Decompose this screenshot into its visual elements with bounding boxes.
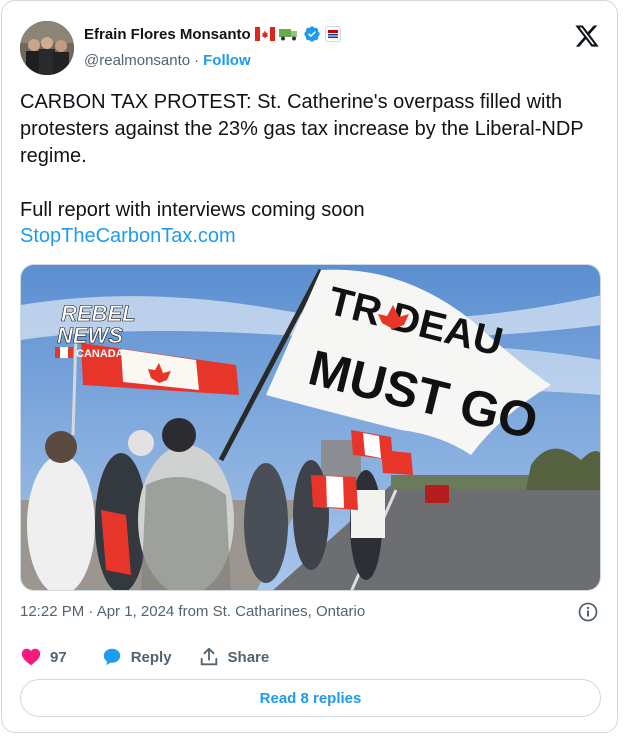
canada-flag-icon [254, 27, 275, 41]
watermark-news: NEWS [57, 323, 123, 348]
author-name-row: Efrain Flores Monsanto [84, 25, 341, 43]
like-button[interactable]: 97 [20, 646, 67, 668]
read-replies-button[interactable]: Read 8 replies [20, 679, 601, 717]
author-avatar[interactable] [20, 21, 74, 75]
author-handle-row: @realmonsanto · Follow [84, 52, 251, 69]
reply-bubble-icon [103, 648, 120, 666]
verified-badge-icon [303, 25, 321, 43]
tweet-text: CARBON TAX PROTEST: St. Catherine's over… [20, 91, 584, 221]
author-name[interactable]: Efrain Flores Monsanto [84, 26, 251, 43]
share-icon [200, 647, 217, 666]
like-count: 97 [50, 648, 67, 666]
reply-label: Reply [130, 648, 172, 666]
info-icon[interactable] [577, 601, 599, 623]
separator-dot: · [194, 52, 200, 69]
watermark-canada: CANADA [76, 348, 124, 360]
affiliate-badge-icon [324, 26, 341, 42]
share-label: Share [227, 648, 270, 666]
tweet-actions: 97 Reply Share [20, 646, 295, 668]
heart-icon [21, 648, 41, 666]
share-button[interactable]: Share [198, 646, 270, 668]
follow-button[interactable]: Follow [203, 52, 251, 69]
tweet-media-image[interactable]: TR DEAU MUST GO REBEL NEWS CANADA [20, 264, 601, 591]
tweet-link[interactable]: StopTheCarbonTax.com [20, 225, 236, 248]
tweet-timestamp[interactable]: 12:22 PM · Apr 1, 2024 from St. Catharin… [20, 603, 365, 620]
author-handle[interactable]: @realmonsanto [84, 52, 190, 69]
reply-button[interactable]: Reply [101, 646, 172, 668]
tweet-card: Efrain Flores Monsanto @realmonsanto · F… [1, 0, 618, 733]
truck-icon [278, 27, 299, 41]
x-logo-icon[interactable] [574, 23, 600, 49]
